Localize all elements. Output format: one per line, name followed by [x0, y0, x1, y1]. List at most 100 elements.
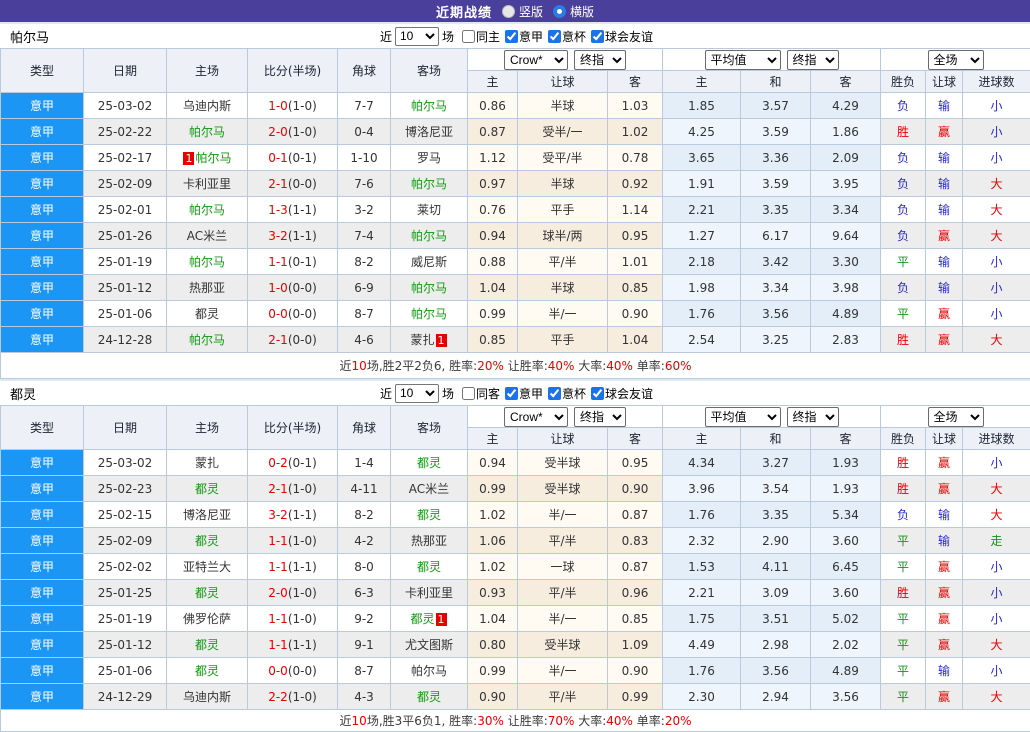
- handicap-result-cell: 输: [926, 93, 963, 119]
- euro-away-odds: 3.60: [811, 580, 881, 606]
- asia-home-odds: 0.80: [468, 632, 518, 658]
- summary-stat-label: 大率:: [574, 714, 606, 728]
- league-option-1[interactable]: 意杯: [543, 385, 586, 402]
- asia-home-odds: 0.99: [468, 476, 518, 502]
- goals-result-cell: 小: [963, 93, 1030, 119]
- fulltime-score: 0-0: [268, 307, 288, 321]
- away-team: 蒙扎1: [391, 327, 468, 353]
- league-option-1[interactable]: 意杯: [543, 28, 586, 45]
- crow-select[interactable]: Crow*: [504, 50, 568, 70]
- same-venue-option[interactable]: 同客: [457, 385, 500, 402]
- score-cell: 2-2(1-0): [248, 684, 338, 710]
- matches-label: 场: [442, 28, 454, 45]
- fulltime-score: 3-2: [268, 508, 288, 522]
- count-select[interactable]: 10: [395, 27, 439, 46]
- team-label: 都灵: [417, 508, 441, 522]
- home-team: 1帕尔马: [167, 145, 248, 171]
- away-team: 罗马: [391, 145, 468, 171]
- league-checkbox-1[interactable]: [548, 30, 561, 43]
- handicap-result-text: 赢: [938, 333, 950, 347]
- goals-result-cell: 小: [963, 275, 1030, 301]
- halftime-score: (1-0): [288, 125, 317, 139]
- radio-horizontal-icon[interactable]: [553, 5, 566, 18]
- match-row: 意甲25-01-06都灵0-0(0-0)8-7帕尔马0.99半/一0.901.7…: [1, 301, 1030, 327]
- final-index-select-2[interactable]: 终指: [787, 407, 839, 427]
- home-team: 帕尔马: [167, 327, 248, 353]
- goals-result-cell: 大: [963, 476, 1030, 502]
- fulltime-score: 2-1: [268, 177, 288, 191]
- asia-away-odds: 1.09: [608, 632, 663, 658]
- same-venue-checkbox[interactable]: [462, 387, 475, 400]
- handicap-result-cell: 赢: [926, 684, 963, 710]
- result-cell: 平: [881, 301, 926, 327]
- league-option-0[interactable]: 意甲: [500, 385, 543, 402]
- euro-home-odds: 2.32: [663, 528, 741, 554]
- away-team: 都灵1: [391, 606, 468, 632]
- euro-away-odds: 1.93: [811, 476, 881, 502]
- fulltime-score: 0-2: [268, 456, 288, 470]
- league-checkbox-0[interactable]: [505, 387, 518, 400]
- goals-result-text: 小: [990, 586, 1002, 600]
- team-label: 佛罗伦萨: [183, 612, 231, 626]
- corner-cell: 8-0: [338, 554, 391, 580]
- league-checkbox-1[interactable]: [548, 387, 561, 400]
- same-venue-checkbox[interactable]: [462, 30, 475, 43]
- summary-stat-label: 近: [340, 359, 352, 373]
- count-select[interactable]: 10: [395, 384, 439, 403]
- euro-away-odds: 5.34: [811, 502, 881, 528]
- team-label: 帕尔马: [411, 99, 447, 113]
- final-index-select[interactable]: 终指: [574, 50, 626, 70]
- home-team: 都灵: [167, 580, 248, 606]
- score-cell: 1-0(0-0): [248, 275, 338, 301]
- average-select[interactable]: 平均值: [705, 407, 781, 427]
- league-checkbox-0[interactable]: [505, 30, 518, 43]
- score-cell: 3-2(1-1): [248, 223, 338, 249]
- euro-away-odds: 3.30: [811, 249, 881, 275]
- final-index-select-2[interactable]: 终指: [787, 50, 839, 70]
- handicap-result-cell: 赢: [926, 580, 963, 606]
- tables-root: 帕尔马近10场同主意甲意杯球会友谊类型日期主场比分(半场)角球客场Crow*终指…: [0, 22, 1030, 732]
- goals-result-text: 大: [990, 690, 1002, 704]
- layout-option-vertical[interactable]: 竖版: [502, 3, 543, 20]
- away-team: 博洛尼亚: [391, 119, 468, 145]
- goals-result-cell: 大: [963, 327, 1030, 353]
- league-checkbox-2[interactable]: [591, 387, 604, 400]
- home-team: 都灵: [167, 476, 248, 502]
- crow-select[interactable]: Crow*: [504, 407, 568, 427]
- same-venue-option[interactable]: 同主: [457, 28, 500, 45]
- team-label: 威尼斯: [411, 255, 447, 269]
- handicap-result-cell: 赢: [926, 223, 963, 249]
- score-cell: 1-1(1-0): [248, 606, 338, 632]
- layout-option-horizontal[interactable]: 横版: [553, 3, 594, 20]
- team-label: 卡利亚里: [405, 586, 453, 600]
- team-label: 帕尔马: [411, 281, 447, 295]
- handicap-cell: 平/半: [518, 528, 608, 554]
- match-row: 意甲25-02-02亚特兰大1-1(1-1)8-0都灵1.02一球0.871.5…: [1, 554, 1030, 580]
- handicap-result-cell: 输: [926, 171, 963, 197]
- team-label: 帕尔马: [195, 151, 231, 165]
- league-option-0[interactable]: 意甲: [500, 28, 543, 45]
- result-cell: 胜: [881, 450, 926, 476]
- summary-cell: 近10场,胜3平6负1, 胜率:30% 让胜率:70% 大率:40% 单率:20…: [1, 710, 1030, 732]
- handicap-result-text: 赢: [938, 560, 950, 574]
- league-option-2[interactable]: 球会友谊: [586, 385, 653, 402]
- radio-vertical-icon[interactable]: [502, 5, 515, 18]
- league-option-2[interactable]: 球会友谊: [586, 28, 653, 45]
- full-match-select[interactable]: 全场: [928, 50, 984, 70]
- result-text: 胜: [897, 456, 909, 470]
- handicap-result-cell: 赢: [926, 476, 963, 502]
- league-checkbox-2[interactable]: [591, 30, 604, 43]
- home-team: 亚特兰大: [167, 554, 248, 580]
- team-label: 都灵: [410, 612, 434, 626]
- goals-result-cell: 大: [963, 197, 1030, 223]
- final-index-select[interactable]: 终指: [574, 407, 626, 427]
- asia-away-odds: 0.92: [608, 171, 663, 197]
- summary-cell: 近10场,胜2平2负6, 胜率:20% 让胜率:40% 大率:40% 单率:60…: [1, 353, 1030, 379]
- corner-cell: 0-4: [338, 119, 391, 145]
- filter-controls: 近10场同客意甲意杯球会友谊: [377, 384, 653, 403]
- goals-result-cell: 大: [963, 171, 1030, 197]
- average-select[interactable]: 平均值: [705, 50, 781, 70]
- team-filter-row: 都灵近10场同客意甲意杯球会友谊: [0, 379, 1030, 405]
- goals-result-cell: 走: [963, 528, 1030, 554]
- full-match-select[interactable]: 全场: [928, 407, 984, 427]
